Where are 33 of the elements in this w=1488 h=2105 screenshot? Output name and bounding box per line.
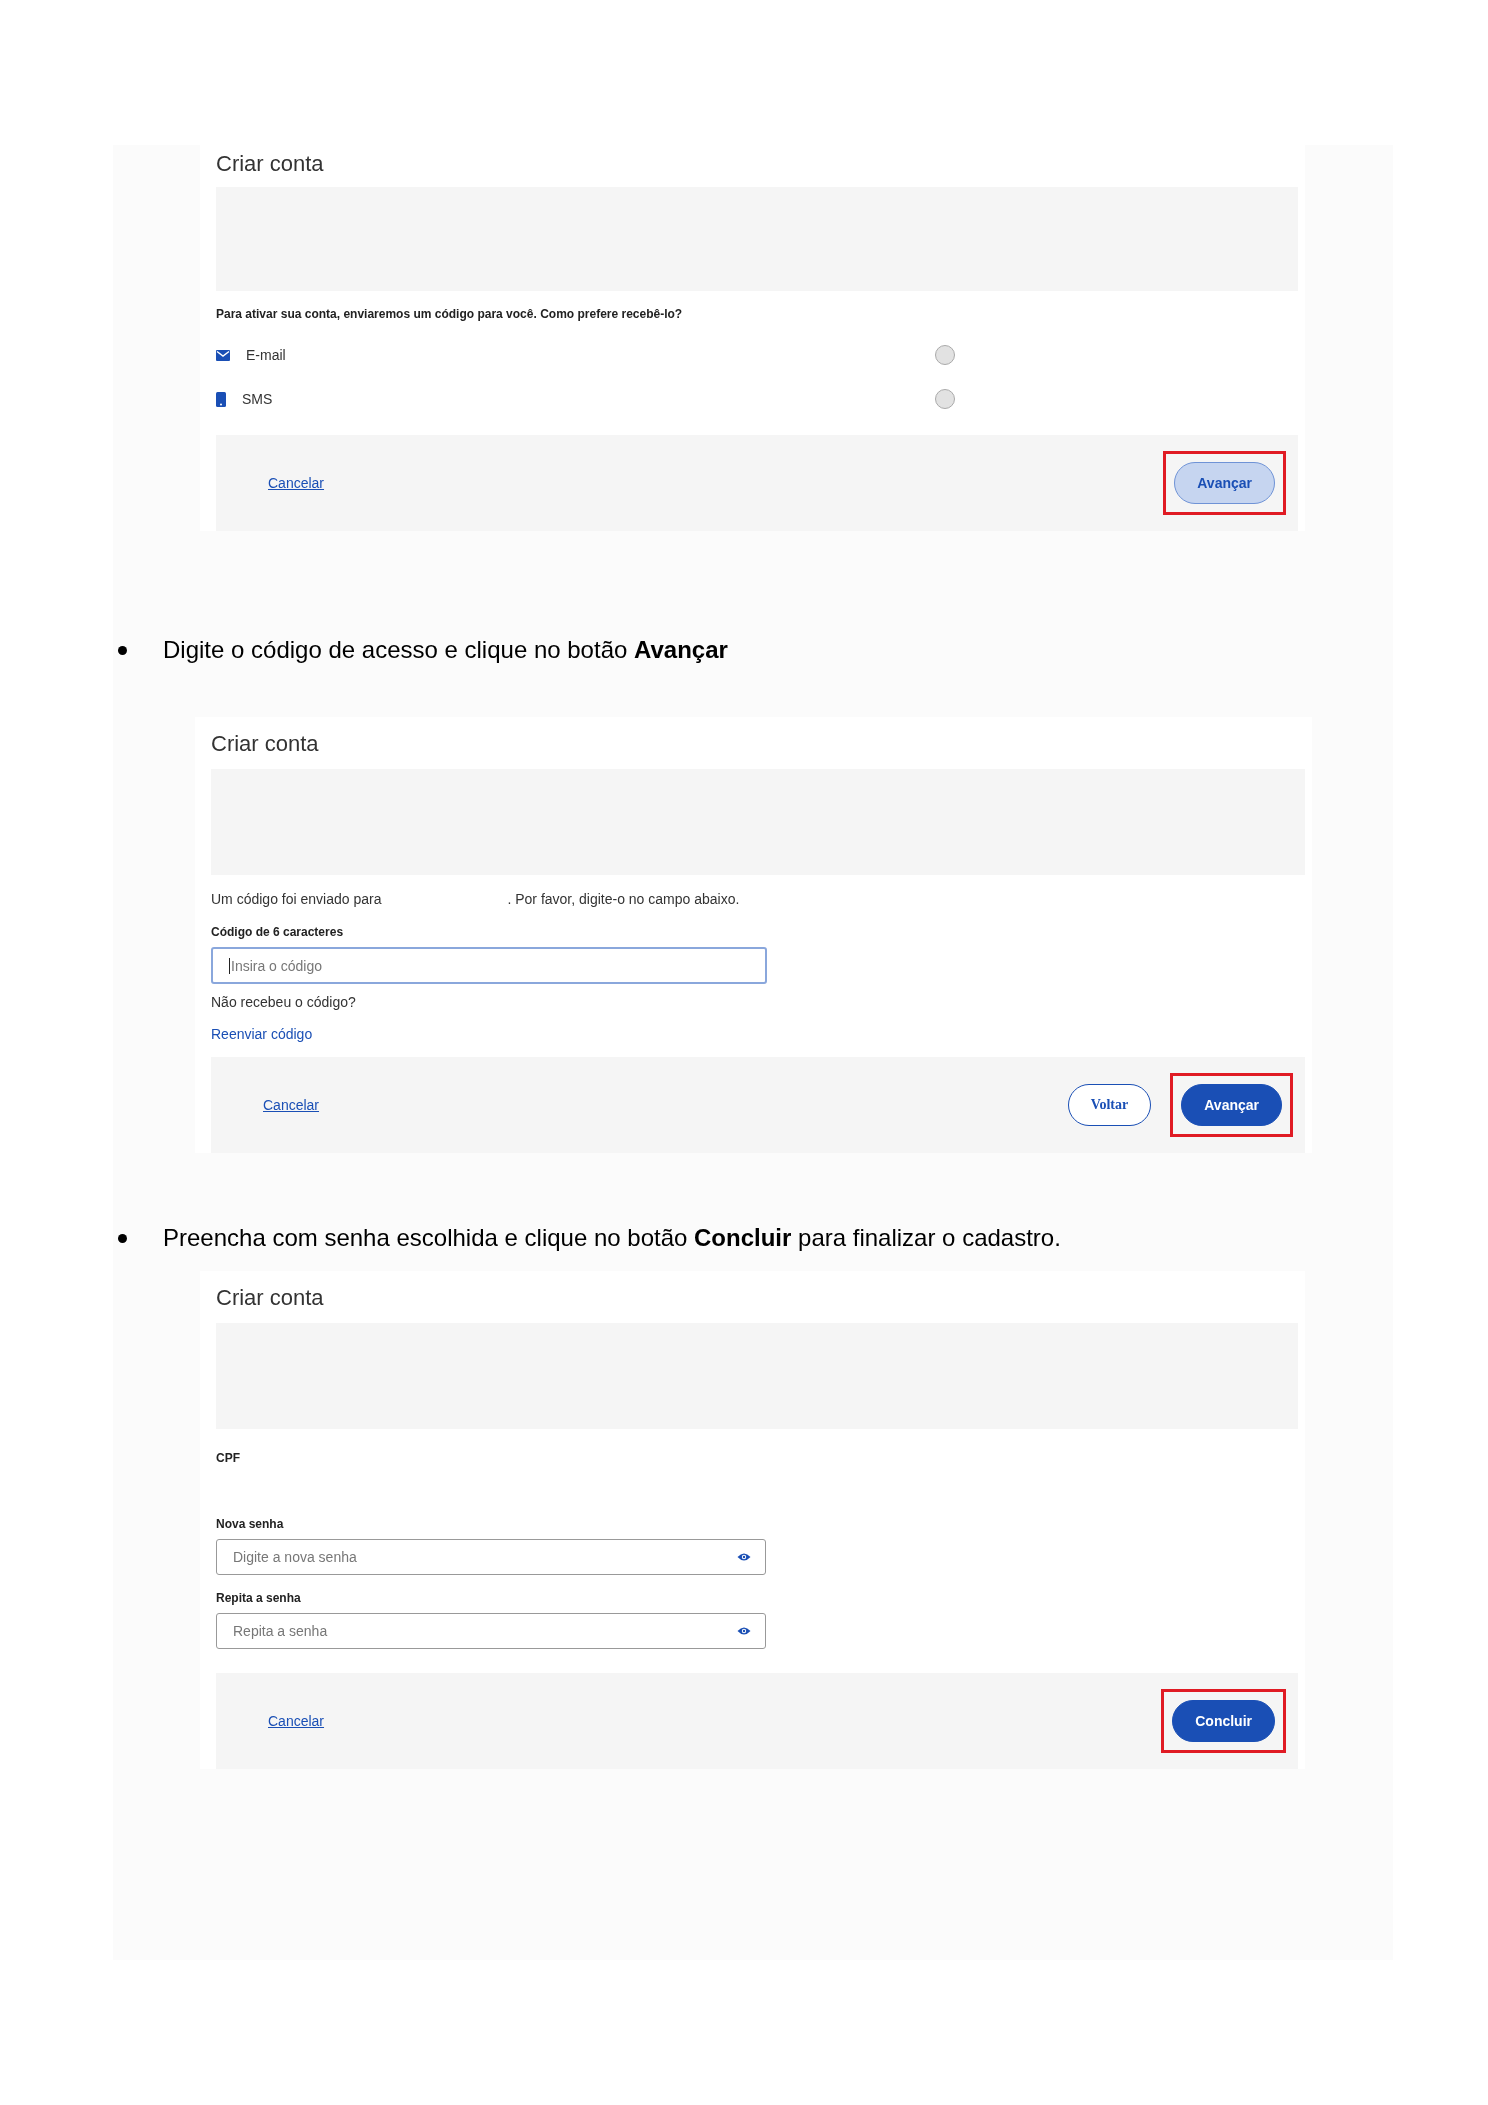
field-label: CPF xyxy=(216,1451,241,1465)
bullet-icon xyxy=(118,1233,127,1243)
field-label: Código de 6 caracteres xyxy=(211,925,345,939)
back-button[interactable]: Voltar xyxy=(1067,1084,1152,1126)
cancel-link[interactable]: Cancelar xyxy=(263,1097,320,1113)
cancel-link[interactable]: Cancelar xyxy=(268,1713,325,1729)
message-text: . Por favor, digite-o no campo abaixo. xyxy=(507,891,740,907)
prompt-text: Para ativar sua conta, enviaremos um código para você. Como prefere recebê-lo? xyxy=(216,307,684,321)
field-label: Nova senha xyxy=(216,1517,285,1531)
resend-link[interactable]: Reenviar código xyxy=(211,1026,313,1042)
password-field[interactable]: Repita a senha xyxy=(216,1613,766,1649)
next-button[interactable]: Concluir xyxy=(1172,1700,1275,1742)
message-text: Um código foi enviado para xyxy=(211,891,382,907)
option-label: E-mail xyxy=(246,347,286,363)
envelope-icon xyxy=(216,349,230,361)
eye-icon[interactable] xyxy=(737,1552,751,1562)
code-input-field[interactable]: Insira o código xyxy=(211,947,767,984)
field-label: Repita a senha xyxy=(216,1591,302,1605)
next-button[interactable]: Avançar xyxy=(1181,1084,1282,1126)
form-title: Criar conta xyxy=(215,150,325,178)
phone-icon xyxy=(216,391,226,407)
option-label: SMS xyxy=(242,391,273,407)
eye-icon[interactable] xyxy=(737,1626,751,1636)
instruction-text: Digite o código de acesso e clique no botão Avançar xyxy=(163,636,728,664)
message-text: Não recebeu o código? xyxy=(211,994,356,1010)
password-field[interactable]: Digite a nova senha xyxy=(216,1539,766,1575)
radio-button[interactable] xyxy=(935,389,955,409)
radio-button[interactable] xyxy=(935,345,955,365)
form-title: Criar conta xyxy=(210,730,320,758)
form-title: Criar conta xyxy=(215,1284,325,1312)
cancel-link[interactable]: Cancelar xyxy=(268,475,325,491)
bullet-icon xyxy=(118,645,127,655)
instruction-text: Preencha com senha escolhida e clique no botão Concluir para finalizar o cadastro. xyxy=(163,1224,1061,1252)
